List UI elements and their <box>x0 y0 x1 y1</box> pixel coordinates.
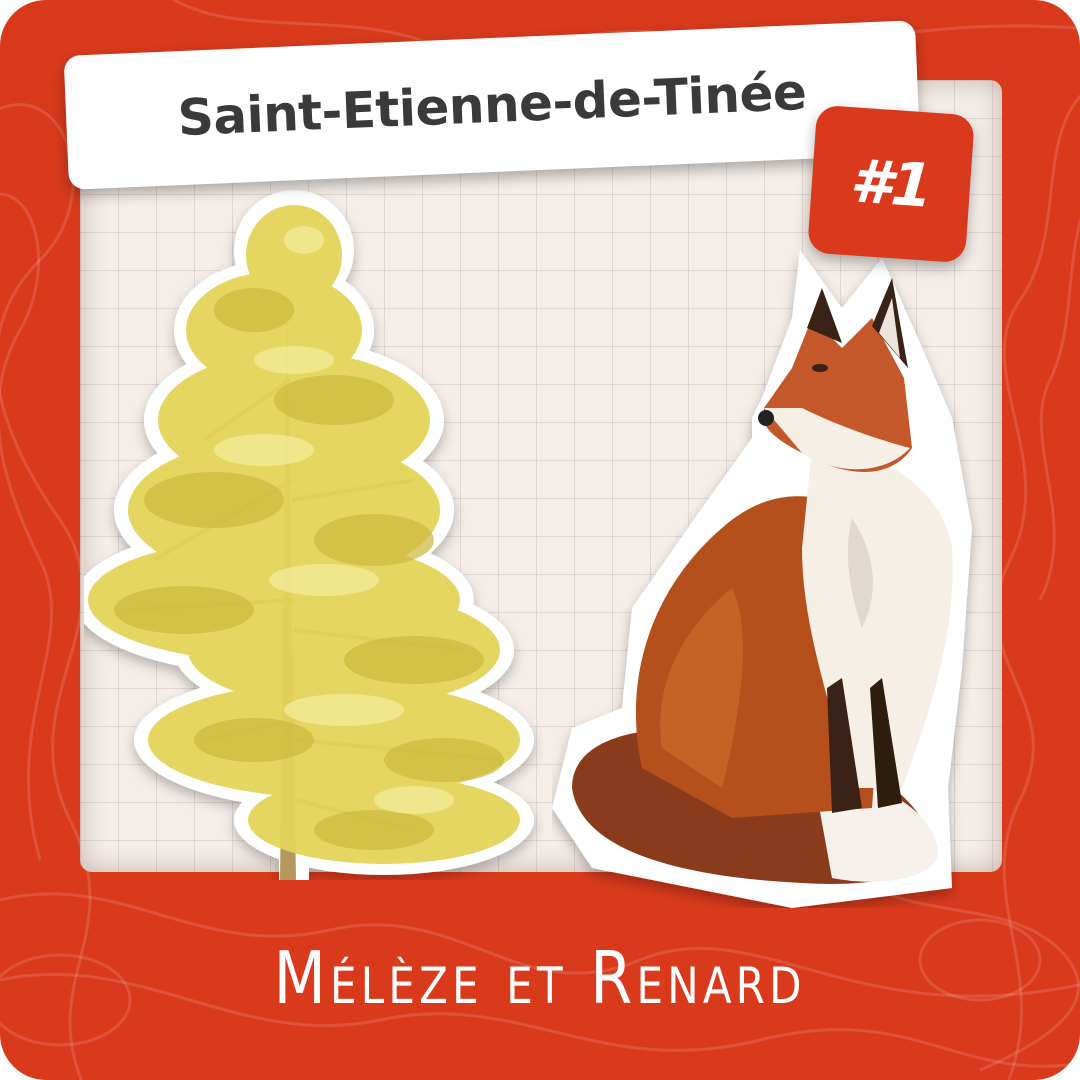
episode-number-badge: #1 <box>807 104 975 264</box>
caption-title: Mélèze et Renard <box>273 936 807 1020</box>
larch-tree-illustration <box>84 190 534 880</box>
episode-number: #1 <box>847 146 935 222</box>
post-card: Saint-Etienne-de-Tinée #1 Mélèze et Rena… <box>0 0 1080 1080</box>
caption-bar: Mélèze et Renard <box>0 928 1080 1028</box>
red-fox-illustration <box>552 250 972 908</box>
location-title: Saint-Etienne-de-Tinée <box>176 62 808 148</box>
